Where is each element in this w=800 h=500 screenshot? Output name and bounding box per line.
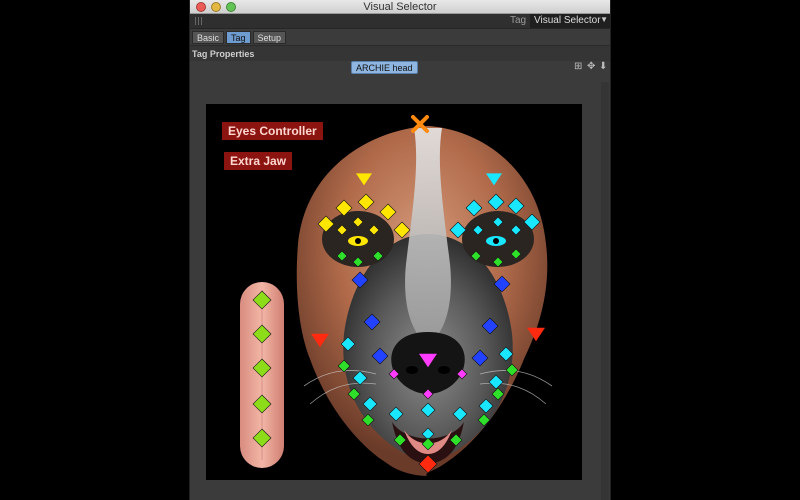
panel-title: Tag Properties xyxy=(190,45,610,61)
tab-tag[interactable]: Tag xyxy=(226,31,251,44)
tab-setup[interactable]: Setup xyxy=(252,31,287,44)
visual-selector-canvas[interactable]: Eyes Controller Extra Jaw xyxy=(206,104,582,480)
object-link-button[interactable]: ARCHIE head xyxy=(351,61,418,74)
move-icon[interactable]: ✥ xyxy=(587,61,595,72)
window-title: Visual Selector xyxy=(363,1,437,13)
arrow-down-icon[interactable]: ⬇ xyxy=(599,61,607,72)
eyes-controller-button[interactable]: Eyes Controller xyxy=(222,122,323,140)
tab-bar: Basic Tag Setup xyxy=(190,29,610,45)
scrollbar[interactable] xyxy=(601,82,609,500)
tag-bar: Tag Visual Selector ▼ xyxy=(190,14,610,29)
tag-label: Tag xyxy=(510,15,527,26)
visual-selector-window: Visual Selector Tag Visual Selector ▼ Ba… xyxy=(189,0,611,500)
grip-handle-icon[interactable] xyxy=(195,17,203,25)
tag-selector-dropdown[interactable]: Visual Selector ▼ xyxy=(530,14,610,28)
title-bar[interactable]: Visual Selector xyxy=(190,0,610,14)
add-icon[interactable]: ⊞ xyxy=(574,61,582,72)
tool-row: ARCHIE head ⊞ ✥ ⬇ xyxy=(190,61,610,76)
tag-selector-value: Visual Selector xyxy=(534,15,601,26)
tab-basic[interactable]: Basic xyxy=(192,31,225,44)
chevron-down-icon: ▼ xyxy=(600,15,608,24)
extra-jaw-button[interactable]: Extra Jaw xyxy=(224,152,293,170)
